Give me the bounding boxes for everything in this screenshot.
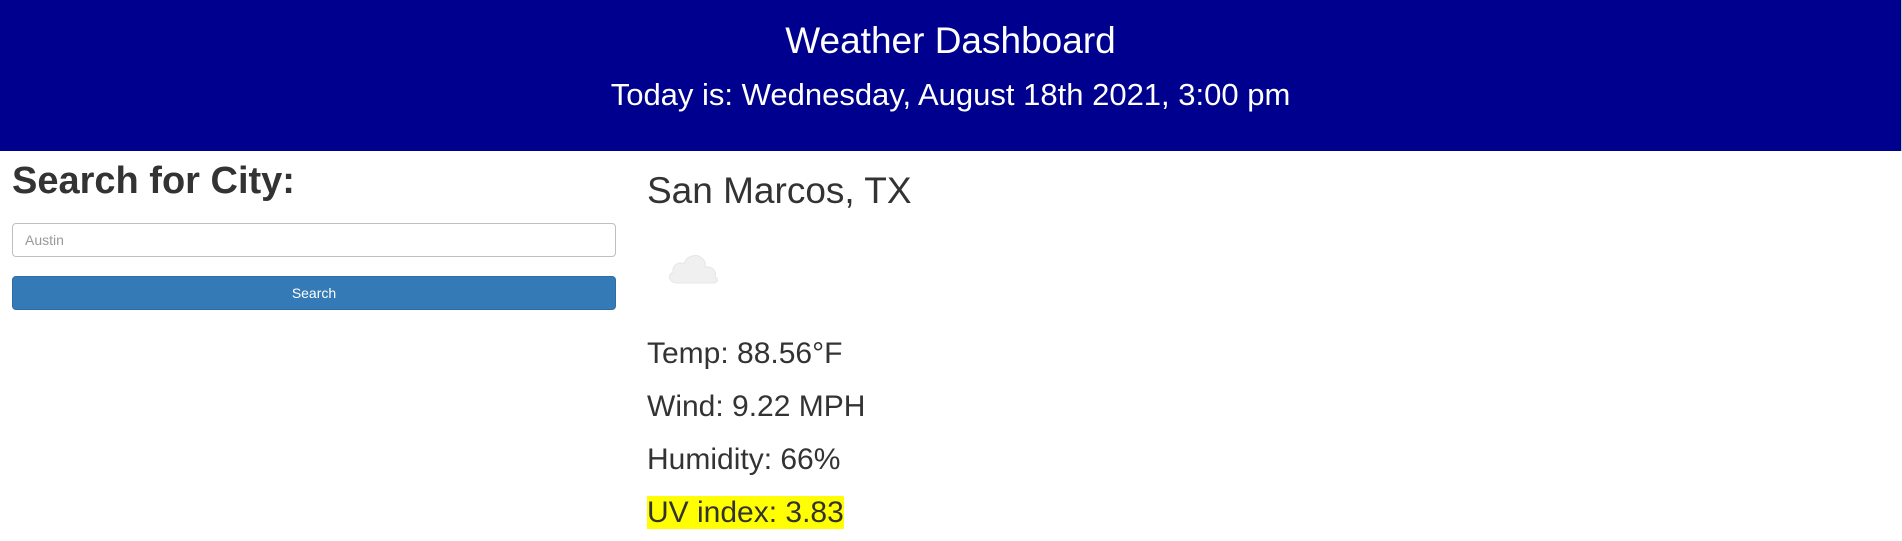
wind-text: Wind: 9.22 MPH (647, 390, 866, 423)
uv-index-badge: UV index: 3.83 (647, 496, 844, 529)
search-heading: Search for City: (12, 160, 295, 202)
city-name: San Marcos, TX (647, 170, 912, 211)
header-banner: Weather Dashboard Today is: Wednesday, A… (0, 0, 1902, 151)
cloud-icon (669, 255, 718, 284)
current-date: Today is: Wednesday, August 18th 2021, 3… (610, 77, 1291, 112)
temperature-text: Temp: 88.56°F (647, 337, 843, 370)
search-button[interactable]: Search (12, 276, 616, 310)
humidity-text: Humidity: 66% (647, 443, 841, 476)
city-search-input[interactable] (12, 223, 616, 257)
page-title: Weather Dashboard (785, 20, 1116, 61)
uv-index-text: UV index: 3.83 (647, 495, 844, 531)
